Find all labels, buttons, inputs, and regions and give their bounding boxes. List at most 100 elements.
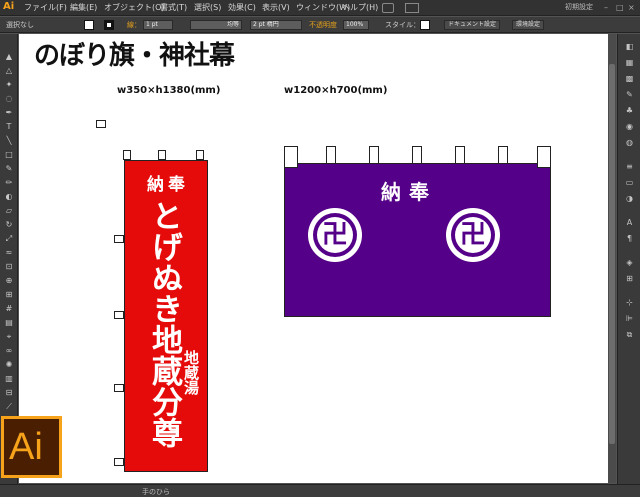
app-logo-mini: Ai: [3, 1, 15, 12]
close-button[interactable]: ×: [628, 3, 635, 12]
opacity-label[interactable]: 不透明度: [309, 20, 337, 30]
curtain-tab: [412, 146, 422, 164]
eyedropper-tool-icon[interactable]: ⌖: [4, 332, 14, 342]
character-panel-icon[interactable]: A: [624, 218, 635, 228]
curtain-tab: [369, 146, 379, 164]
menu-help[interactable]: ヘルプ(H): [342, 2, 378, 13]
selection-tool-icon[interactable]: ▲: [4, 52, 14, 62]
paintbrush-tool-icon[interactable]: ✎: [4, 164, 14, 174]
selection-state: 選択なし: [6, 21, 34, 29]
symbols-panel-icon[interactable]: ♣: [624, 106, 635, 116]
slice-tool-icon[interactable]: ⟋: [4, 402, 14, 412]
gradient-panel-icon[interactable]: ▭: [624, 178, 635, 188]
crest-right: 卍: [446, 208, 500, 262]
appearance-panel-icon[interactable]: ◍: [624, 138, 635, 148]
curtain-size-label[interactable]: w1200×h700(mm): [284, 85, 387, 96]
blend-tool-icon[interactable]: ∞: [4, 346, 14, 356]
perspective-grid-tool-icon[interactable]: ⊞: [4, 290, 14, 300]
curtain-tab: [326, 146, 336, 164]
menu-edit[interactable]: 編集(E): [70, 2, 97, 13]
current-tool-status: 手のひら: [142, 488, 170, 496]
pen-tool-icon[interactable]: ✒: [4, 108, 14, 118]
menu-bar: Ai ファイル(F) 編集(E) オブジェクト(O) 書式(T) 選択(S) 効…: [0, 0, 640, 16]
style-swatch[interactable]: [420, 20, 430, 30]
nobori-side-tab: [114, 235, 124, 243]
arrange-documents-icon[interactable]: [405, 3, 419, 13]
page-title[interactable]: のぼり旗・神社幕: [34, 35, 235, 72]
menu-select[interactable]: 選択(S): [194, 2, 221, 13]
menu-view[interactable]: 表示(V): [262, 2, 290, 13]
scrollbar-thumb[interactable]: [609, 64, 615, 444]
mesh-tool-icon[interactable]: #: [4, 304, 14, 314]
color-panel-icon[interactable]: ◧: [624, 42, 635, 52]
workspace-switcher[interactable]: 初期設定: [565, 2, 593, 12]
menu-type[interactable]: 書式(T): [160, 2, 187, 13]
nobori-side-tab: [114, 311, 124, 319]
document-settings-button[interactable]: ドキュメント設定: [444, 20, 501, 30]
symbol-sprayer-tool-icon[interactable]: ✺: [4, 360, 14, 370]
opacity-field[interactable]: 100%: [343, 20, 369, 30]
rectangle-tool-icon[interactable]: □: [4, 150, 14, 160]
manji-icon: 卍: [459, 220, 486, 250]
style-label: スタイル：: [385, 21, 420, 29]
lasso-tool-icon[interactable]: ◌: [4, 94, 14, 104]
free-transform-tool-icon[interactable]: ⊡: [4, 262, 14, 272]
nobori-size-label[interactable]: w350×h1380(mm): [117, 85, 220, 96]
nobori-top-tab: [123, 150, 131, 160]
nobori-pole-tab: [96, 120, 106, 128]
preferences-button[interactable]: 環境設定: [512, 20, 545, 30]
minimize-button[interactable]: –: [604, 3, 608, 12]
curtain-text: 納奉: [381, 180, 437, 204]
curtain-tab: [284, 146, 298, 168]
panel-dock: ◧ ▦ ▩ ✎ ♣ ◉ ◍ ≡ ▭ ◑ A ¶ ◈ ⊞ ⊹ ⊫ ⧉: [617, 34, 640, 484]
brush-select[interactable]: 2 pt 楕円: [250, 20, 302, 30]
align-panel-icon[interactable]: ⊫: [624, 314, 635, 324]
gradient-tool-icon[interactable]: ▤: [4, 318, 14, 328]
nobori-side-tab: [114, 458, 124, 466]
pencil-tool-icon[interactable]: ✏: [4, 178, 14, 188]
layers-panel-icon[interactable]: ◈: [624, 258, 635, 268]
stroke-profile-select[interactable]: 均等: [190, 20, 242, 30]
menu-object[interactable]: オブジェクト(O): [104, 2, 165, 13]
illustrator-logo: Ai: [1, 416, 62, 478]
crest-left: 卍: [308, 208, 362, 262]
control-bar: 選択なし 線： 1 pt 均等 2 pt 楕円 不透明度 100% スタイル： …: [0, 17, 640, 33]
bridge-icon[interactable]: [382, 3, 394, 13]
blob-brush-tool-icon[interactable]: ◐: [4, 192, 14, 202]
graphic-styles-panel-icon[interactable]: ◉: [624, 122, 635, 132]
transform-panel-icon[interactable]: ⊹: [624, 298, 635, 308]
artboard-tool-icon[interactable]: ⊟: [4, 388, 14, 398]
manji-icon: 卍: [321, 220, 348, 250]
stroke-swatch[interactable]: [104, 20, 114, 30]
fill-swatch[interactable]: [84, 20, 94, 30]
brushes-panel-icon[interactable]: ✎: [624, 90, 635, 100]
swatches-panel-icon[interactable]: ▩: [624, 74, 635, 84]
scale-tool-icon[interactable]: ⤢: [4, 234, 14, 244]
graph-tool-icon[interactable]: ▥: [4, 374, 14, 384]
logo-text: Ai: [9, 426, 43, 468]
stroke-weight-field[interactable]: 1 pt: [143, 20, 173, 30]
nobori-sub-text: 地蔵湯: [182, 350, 200, 395]
stroke-label: 線：: [127, 21, 141, 29]
shape-builder-tool-icon[interactable]: ⊕: [4, 276, 14, 286]
curtain-tab: [455, 146, 465, 164]
artboards-panel-icon[interactable]: ⊞: [624, 274, 635, 284]
width-tool-icon[interactable]: ≈: [4, 248, 14, 258]
eraser-tool-icon[interactable]: ▱: [4, 206, 14, 216]
magic-wand-tool-icon[interactable]: ✦: [4, 80, 14, 90]
vertical-scrollbar[interactable]: [608, 34, 616, 483]
line-tool-icon[interactable]: ╲: [4, 136, 14, 146]
stroke-panel-icon[interactable]: ≡: [624, 162, 635, 172]
color-guide-icon[interactable]: ▦: [624, 58, 635, 68]
rotate-tool-icon[interactable]: ↻: [4, 220, 14, 230]
maximize-button[interactable]: □: [616, 3, 624, 12]
type-tool-icon[interactable]: T: [4, 122, 14, 132]
menu-file[interactable]: ファイル(F): [24, 2, 67, 13]
menu-effect[interactable]: 効果(C): [228, 2, 256, 13]
curtain-tab: [537, 146, 551, 168]
transparency-panel-icon[interactable]: ◑: [624, 194, 635, 204]
nobori-side-tab: [114, 384, 124, 392]
pathfinder-panel-icon[interactable]: ⧉: [624, 330, 635, 340]
paragraph-panel-icon[interactable]: ¶: [624, 234, 635, 244]
direct-selection-tool-icon[interactable]: △: [4, 66, 14, 76]
